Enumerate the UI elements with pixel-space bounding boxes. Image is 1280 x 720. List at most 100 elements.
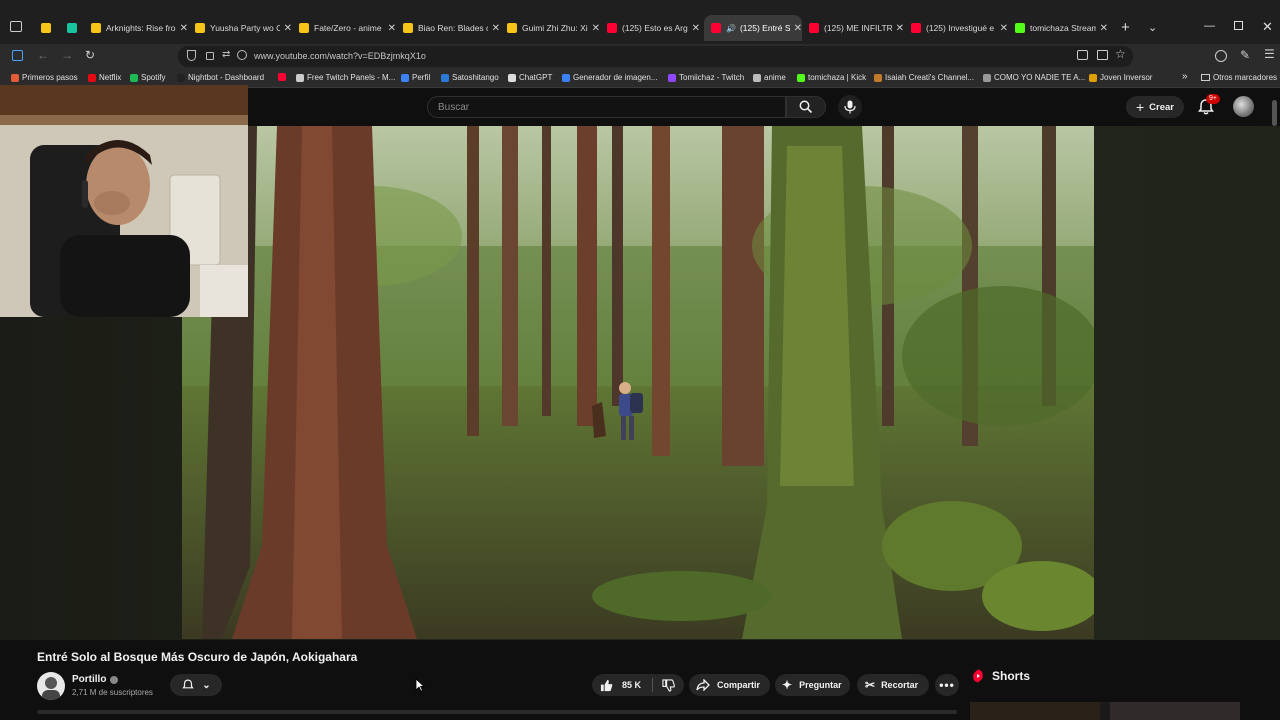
bookmark-favicon-icon	[753, 73, 761, 82]
like-button[interactable]: 85 K	[592, 679, 641, 692]
dislike-button[interactable]	[662, 678, 675, 692]
channel-avatar[interactable]	[37, 672, 65, 700]
new-tab-button[interactable]: +	[1121, 19, 1130, 36]
bookmark-star-icon[interactable]: ☆	[1115, 47, 1126, 61]
bookmark-item[interactable]	[278, 73, 289, 81]
streamer-webcam-image	[0, 85, 248, 317]
tab-close-icon[interactable]: ✕	[896, 23, 904, 34]
bookmark-item[interactable]: Satoshitango	[441, 73, 499, 82]
bookmark-item[interactable]: Perfil	[401, 73, 430, 82]
browser-tab[interactable]: Fate/Zero - anime ✕	[296, 15, 396, 41]
browser-tab[interactable]: (125) Investigué e ✕	[908, 15, 1008, 41]
tracking-icon[interactable]	[237, 50, 247, 60]
tab-audio-icon[interactable]: 🔊	[726, 24, 736, 33]
bookmark-label: tomichaza | Kick	[808, 73, 867, 82]
bookmark-item[interactable]: Generador de imagen...	[562, 73, 658, 82]
short-thumbnail[interactable]	[1110, 702, 1240, 720]
share-button[interactable]: Compartir	[689, 674, 770, 696]
tab-close-icon[interactable]: ✕	[794, 23, 802, 34]
shield-icon[interactable]	[187, 50, 196, 61]
restore-button[interactable]	[1234, 21, 1243, 30]
voice-search-button[interactable]	[838, 95, 862, 119]
tab-title: (125) Entré So	[739, 23, 790, 33]
extensions-icon[interactable]: ✎	[1240, 48, 1250, 62]
forward-arrow-icon[interactable]: →	[61, 48, 73, 62]
tab-close-icon[interactable]: ✕	[492, 23, 500, 34]
browser-tab[interactable]	[38, 15, 60, 41]
bookmark-item[interactable]: Spotify	[130, 73, 165, 82]
bookmark-item[interactable]: tomichaza | Kick	[797, 73, 866, 82]
bookmark-item[interactable]: ChatGPT	[508, 73, 552, 82]
clip-button[interactable]: ✂ Recortar	[857, 674, 929, 696]
bookmark-label: Perfil	[412, 73, 431, 82]
verified-badge-icon	[110, 676, 118, 684]
reload-icon[interactable]: ↻	[85, 48, 95, 62]
sidebar-toggle-icon[interactable]	[12, 50, 23, 61]
tab-close-icon[interactable]: ✕	[388, 23, 396, 34]
page-scrollbar[interactable]	[1272, 100, 1277, 126]
tab-close-icon[interactable]: ✕	[692, 23, 700, 34]
bookmark-item[interactable]: anime	[753, 73, 786, 82]
browser-tab[interactable]: tomichaza Stream ✕	[1012, 15, 1108, 41]
bookmark-item[interactable]: Netflix	[88, 73, 121, 82]
like-count: 85 K	[622, 680, 642, 690]
browser-tab[interactable]: Arknights: Rise fro ✕	[88, 15, 188, 41]
channel-name[interactable]: Portillo	[72, 674, 106, 685]
tab-close-icon[interactable]: ✕	[284, 23, 292, 34]
shorts-shelf-header[interactable]: Shorts	[972, 669, 1030, 683]
lock-icon[interactable]	[206, 52, 214, 60]
tab-close-icon[interactable]: ✕	[1100, 23, 1108, 34]
tab-close-icon[interactable]: ✕	[1000, 23, 1008, 34]
tab-favicon-icon	[91, 23, 101, 33]
mouse-cursor-icon	[415, 678, 425, 692]
tab-close-icon[interactable]: ✕	[592, 23, 600, 34]
plus-icon: +	[1135, 99, 1145, 115]
bookmark-item[interactable]: Nightbot - Dashboard	[177, 73, 264, 82]
browser-tab[interactable]: Guimi Zhi Zhu: Xi ✕	[504, 15, 600, 41]
search-button[interactable]	[786, 96, 826, 118]
tab-close-icon[interactable]: ✕	[180, 23, 188, 34]
bookmark-favicon-icon	[296, 73, 304, 82]
video-player[interactable]	[182, 126, 1094, 639]
menu-icon[interactable]: ☰	[1264, 47, 1275, 61]
share-label: Compartir	[717, 680, 761, 690]
ask-button[interactable]: ✦ Preguntar	[775, 674, 850, 696]
search-input[interactable]: Buscar	[427, 96, 786, 118]
description-box-edge	[37, 710, 957, 714]
address-bar[interactable]: ⇄ www.youtube.com/watch?v=EDBzjmkqX1o	[178, 46, 1133, 67]
ask-label: Preguntar	[799, 680, 842, 690]
back-arrow-icon[interactable]: ←	[37, 48, 49, 62]
short-thumbnail[interactable]	[970, 702, 1100, 720]
browser-tab[interactable]: (125) ME INFILTR ✕	[806, 15, 904, 41]
subscription-bell-button[interactable]: ⌄	[170, 674, 222, 696]
bookmark-item[interactable]: Primeros pasos	[11, 73, 78, 82]
bookmark-item[interactable]: COMO YO NADIE TE A...	[983, 73, 1085, 82]
shorts-thumbnails-row[interactable]	[970, 702, 1240, 720]
url-text[interactable]: www.youtube.com/watch?v=EDBzjmkqX1o	[254, 51, 426, 61]
browser-tab[interactable]: Biao Ren: Blades o ✕	[400, 15, 500, 41]
create-button[interactable]: + Crear	[1126, 96, 1184, 118]
browser-tab[interactable]: Yuusha Party wo C ✕	[192, 15, 292, 41]
tab-title: (125) Esto es Arge	[622, 23, 688, 33]
bookmark-item[interactable]: Free Twitch Panels - M...	[296, 73, 395, 82]
account-icon[interactable]	[1215, 50, 1227, 62]
reader-view-icon[interactable]	[1097, 50, 1108, 60]
user-avatar[interactable]	[1233, 96, 1254, 117]
browser-tab[interactable]	[64, 15, 86, 41]
browser-tab[interactable]: (125) Esto es Arge ✕	[604, 15, 700, 41]
tab-favicon-icon	[507, 23, 517, 33]
close-window-button[interactable]: ✕	[1262, 19, 1273, 35]
browser-tab[interactable]: 🔊(125) Entré So ✕	[704, 15, 802, 41]
bookmark-item[interactable]: Joven Inversor	[1089, 73, 1152, 82]
screenshot-icon[interactable]	[1077, 50, 1088, 60]
video-title: Entré Solo al Bosque Más Oscuro de Japón…	[37, 650, 358, 664]
bookmark-item[interactable]: Tomiichaz - Twitch	[668, 73, 744, 82]
more-actions-button[interactable]: •••	[935, 674, 959, 696]
minimize-button[interactable]: —	[1204, 20, 1215, 32]
site-settings-icon[interactable]: ⇄	[222, 49, 230, 60]
other-bookmarks-folder[interactable]: Otros marcadores	[1201, 73, 1277, 82]
tab-actions-icon[interactable]	[10, 21, 22, 32]
bookmark-item[interactable]: Isaiah Creati's Channel...	[874, 73, 974, 82]
bookmarks-overflow-icon[interactable]: »	[1182, 71, 1188, 82]
tab-search-chevron-icon[interactable]: ⌄	[1148, 21, 1157, 34]
